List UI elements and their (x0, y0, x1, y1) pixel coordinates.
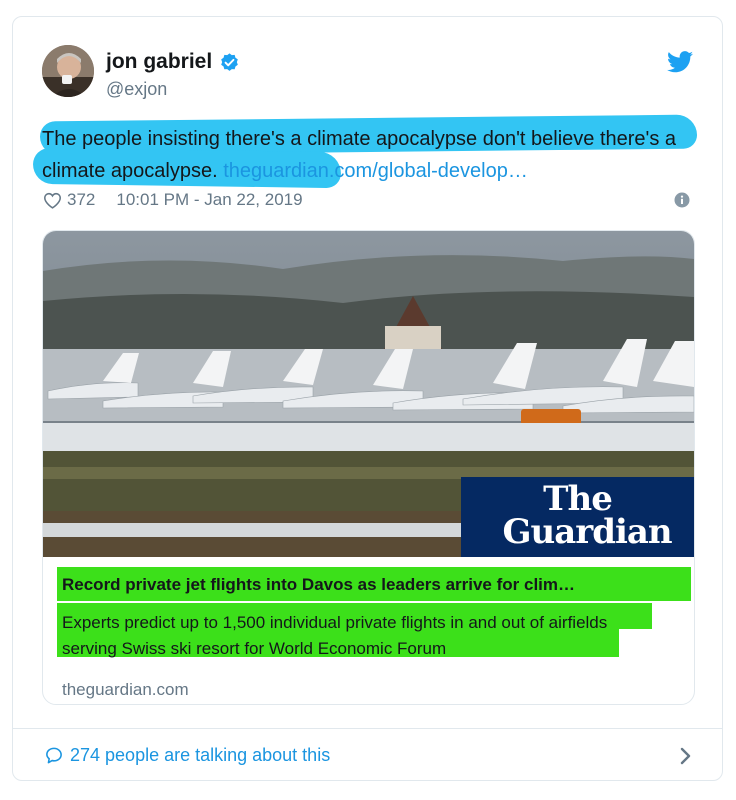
tweet-link[interactable]: theguardian.com/global-develop… (223, 160, 528, 182)
embedded-tweet-card: jon gabriel @exjon The people insisting … (12, 16, 723, 781)
info-icon[interactable] (674, 192, 690, 208)
conversation-link[interactable]: 274 people are talking about this (44, 745, 330, 766)
like-count[interactable]: 372 (67, 190, 95, 210)
guardian-logo-text: The Guardian (502, 479, 673, 552)
tweet-meta: 372 10:01 PM - Jan 22, 2019 (43, 190, 303, 210)
speech-bubble-icon (46, 747, 62, 764)
verified-badge-icon (221, 52, 238, 71)
avatar[interactable] (42, 45, 94, 97)
author-handle[interactable]: @exjon (106, 79, 167, 100)
link-preview-card[interactable]: The Guardian Record private jet flights … (42, 230, 695, 705)
footer-divider (13, 728, 722, 729)
article-title[interactable]: Record private jet flights into Davos as… (62, 575, 682, 595)
talking-count-label[interactable]: 274 people are talking about this (70, 745, 330, 766)
author-row: jon gabriel (106, 50, 240, 74)
article-description: Experts predict up to 1,500 individual p… (62, 613, 608, 658)
author-name[interactable]: jon gabriel (106, 50, 212, 74)
chevron-right-icon[interactable] (680, 747, 692, 765)
guardian-logo: The Guardian (461, 477, 694, 557)
tweet-timestamp[interactable]: 10:01 PM - Jan 22, 2019 (116, 190, 302, 210)
article-domain: theguardian.com (62, 680, 189, 699)
twitter-bird-icon[interactable] (667, 51, 693, 73)
tweet-text: The people insisting there's a climate a… (42, 123, 702, 187)
heart-icon[interactable] (43, 192, 62, 209)
